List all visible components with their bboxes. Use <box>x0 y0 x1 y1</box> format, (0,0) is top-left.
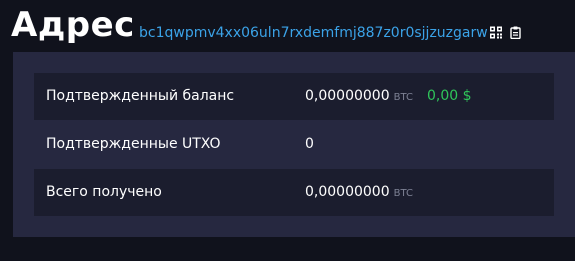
clipboard-copy-icon[interactable] <box>510 26 522 39</box>
confirmed-balance-fiat: 0,00 $ <box>427 88 472 104</box>
confirmed-balance-row: Подтвержденный баланс 0,00000000 BTC 0,00 … <box>34 73 554 120</box>
address-details-panel: Подтвержденный баланс 0,00000000 BTC 0,00 … <box>13 52 575 237</box>
total-received-label: Всего получено <box>46 184 162 200</box>
qr-code-icon[interactable] <box>490 26 502 39</box>
confirmed-balance-unit: BTC <box>393 92 413 103</box>
confirmed-balance-label: Подтвержденный баланс <box>46 88 235 104</box>
page-title: Адрес <box>11 5 135 45</box>
confirmed-utxo-value: 0 <box>305 136 314 152</box>
confirmed-balance-value: 0,00000000 BTC 0,00 $ <box>305 73 472 121</box>
confirmed-utxo-label: Подтвержденные UTXO <box>46 136 221 152</box>
address-link[interactable]: bc1qwpmv4xx06uln7rxdemfmj887z0r0sjjzuzga… <box>139 24 488 42</box>
total-received-row: Всего получено 0,00000000 BTC <box>34 169 554 216</box>
total-received-unit: BTC <box>393 188 413 199</box>
page-header: Адрес bc1qwpmv4xx06uln7rxdemfmj887z0r0sj… <box>0 0 575 52</box>
total-received-value: 0,00000000 BTC <box>305 169 413 217</box>
confirmed-balance-amount: 0,00000000 <box>305 88 390 104</box>
confirmed-utxo-row: Подтвержденные UTXO 0 <box>34 121 554 168</box>
total-received-amount: 0,00000000 <box>305 184 390 200</box>
